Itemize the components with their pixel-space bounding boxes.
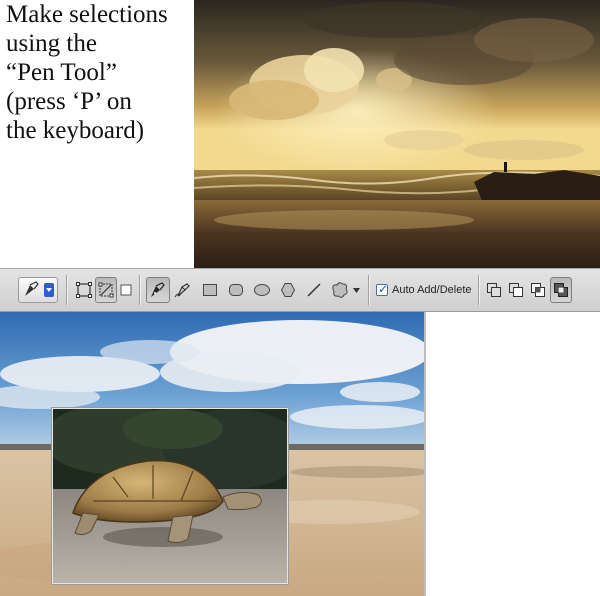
freeform-pen-icon xyxy=(174,281,192,299)
dropdown-arrow-icon xyxy=(353,287,360,293)
paths-icon xyxy=(97,281,115,299)
add-to-path-icon xyxy=(486,282,502,298)
pen-tool-preset-icon xyxy=(22,281,42,299)
custom-shape-icon xyxy=(330,281,350,299)
custom-shape-picker[interactable] xyxy=(328,277,362,303)
subtract-from-path-button[interactable] xyxy=(506,277,526,303)
pen-tool-button[interactable] xyxy=(146,277,170,303)
options-toolbar: ✓ Auto Add/Delete xyxy=(0,268,600,312)
pen-icon xyxy=(149,281,167,299)
paths-button[interactable] xyxy=(95,277,117,303)
add-to-path-button[interactable] xyxy=(484,277,504,303)
tortoise-photo xyxy=(52,408,288,584)
line-icon xyxy=(306,282,322,298)
rounded-rectangle-icon xyxy=(228,283,244,297)
polygon-tool-button[interactable] xyxy=(278,277,298,303)
exclude-overlap-icon xyxy=(553,282,569,298)
exclude-overlap-button[interactable] xyxy=(550,277,572,303)
auto-add-delete-checkbox[interactable]: ✓ xyxy=(376,282,389,296)
polygon-icon xyxy=(280,282,296,298)
intersect-path-button[interactable] xyxy=(528,277,548,303)
shape-layers-icon xyxy=(75,281,93,299)
auto-add-delete-label: Auto Add/Delete xyxy=(392,284,472,296)
fill-pixels-icon xyxy=(120,284,132,296)
subtract-from-path-icon xyxy=(508,282,524,298)
rectangle-tool-button[interactable] xyxy=(200,277,220,303)
ellipse-icon xyxy=(253,283,271,297)
sunset-beach-photo xyxy=(194,0,600,268)
beach-sky-photo xyxy=(0,312,426,596)
chevron-down-icon xyxy=(44,283,54,297)
shape-layers-button[interactable] xyxy=(74,277,94,303)
line-tool-button[interactable] xyxy=(304,277,324,303)
fill-pixels-button[interactable] xyxy=(119,277,133,303)
rounded-rectangle-tool-button[interactable] xyxy=(226,277,246,303)
instruction-text: Make selections using the “Pen Tool” (pr… xyxy=(6,1,168,144)
intersect-path-icon xyxy=(530,282,546,298)
auto-add-delete-option[interactable]: ✓ Auto Add/Delete xyxy=(376,277,476,303)
freeform-pen-button[interactable] xyxy=(172,277,194,303)
ellipse-tool-button[interactable] xyxy=(252,277,272,303)
checkmark-icon: ✓ xyxy=(378,282,389,296)
rectangle-icon xyxy=(202,283,218,297)
tool-preset-picker[interactable] xyxy=(18,277,58,303)
